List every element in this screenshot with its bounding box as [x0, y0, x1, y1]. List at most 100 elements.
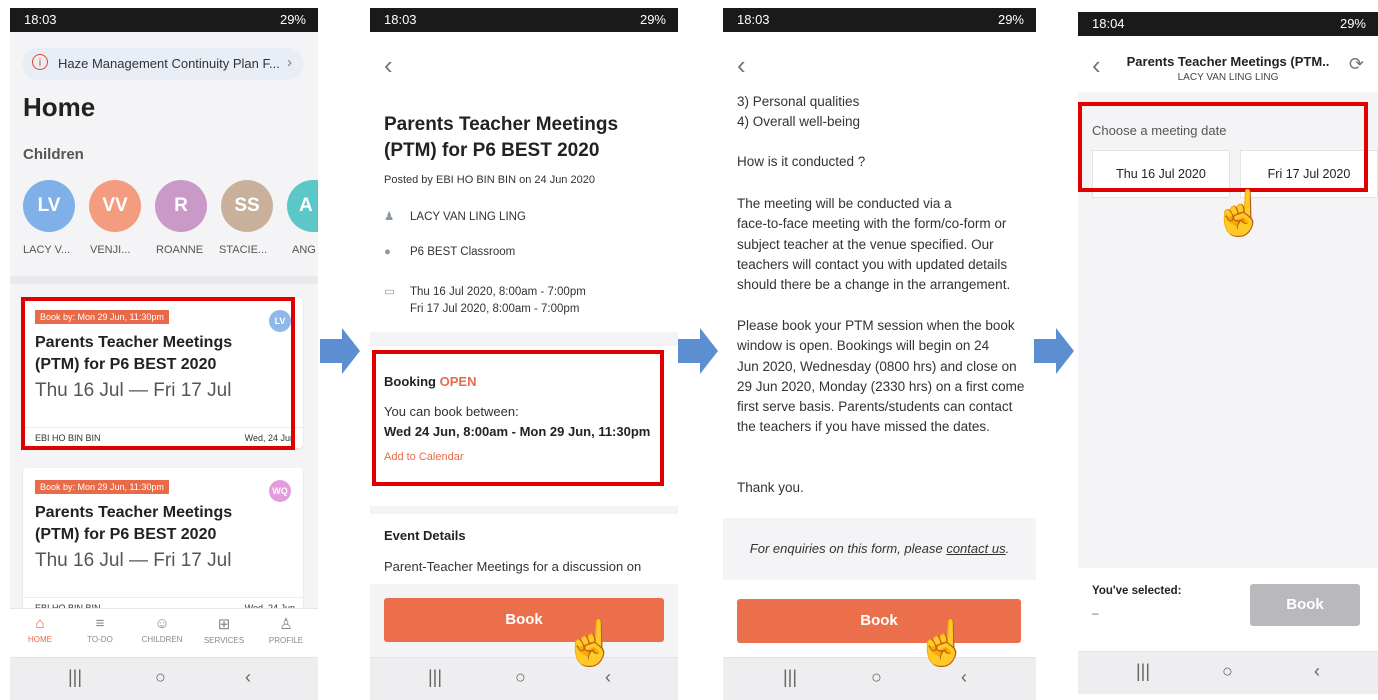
- book-button[interactable]: Book: [1250, 584, 1360, 626]
- child-name: LACY VAN LING LING: [410, 211, 526, 223]
- description-list: 3) Personal qualities 4) Overall well-be…: [737, 92, 1027, 133]
- tab-children[interactable]: ☺ CHILDREN: [132, 615, 192, 644]
- announcement-banner[interactable]: i Haze Management Continuity Plan F... ›: [22, 48, 304, 80]
- back-nav-icon[interactable]: ‹: [245, 667, 251, 688]
- child-name: VENJI...: [90, 244, 131, 256]
- text-line: first serve basis. Parents/students can …: [737, 399, 1013, 415]
- tab-label: PROFILE: [268, 636, 304, 645]
- tab-profile[interactable]: ♙ PROFILE: [256, 615, 316, 645]
- refresh-icon[interactable]: ⟳: [1349, 54, 1364, 75]
- status-battery: 29%: [639, 12, 666, 27]
- header-title: Parents Teacher Meetings (PTM..: [1126, 54, 1330, 69]
- tab-label: TO-DO: [87, 635, 113, 644]
- home-nav-icon[interactable]: ○: [871, 667, 882, 688]
- text-line: The meeting will be conducted via a: [737, 196, 952, 211]
- recents-icon[interactable]: |||: [68, 667, 82, 688]
- event-title: Parents Teacher Meetings (PTM) for P6 BE…: [384, 114, 619, 161]
- event-card[interactable]: Book by: Mon 29 Jun, 11:30pm WQ Parents …: [23, 468, 303, 618]
- back-nav-icon[interactable]: ‹: [605, 667, 611, 688]
- text-line: window is open. Bookings will begin on 2…: [737, 338, 990, 354]
- system-nav-bar: ||| ○ ‹: [1078, 651, 1378, 694]
- recents-icon[interactable]: |||: [783, 667, 797, 688]
- child-avatar[interactable]: SS: [221, 180, 273, 232]
- child-name: ROANNE: [156, 244, 204, 256]
- person-icon: ♟: [384, 211, 395, 223]
- list-icon: ≡: [95, 615, 105, 632]
- header-subtitle: LACY VAN LING LING: [1177, 72, 1279, 83]
- text-line: subject teacher at the venue specified. …: [737, 236, 994, 252]
- page-title: Home: [23, 92, 96, 122]
- flow-arrow: [320, 328, 360, 374]
- venue: P6 BEST Classroom: [410, 246, 516, 258]
- selected-label: You've selected:: [1092, 585, 1182, 597]
- child-avatar[interactable]: LV: [23, 180, 75, 232]
- text-line: teachers will contact you with updated d…: [737, 256, 1008, 272]
- status-time: 18:03: [384, 12, 417, 27]
- child-avatar[interactable]: VV: [89, 180, 141, 232]
- text-line: 4) Overall well-being: [737, 114, 861, 130]
- status-battery: 29%: [1339, 16, 1366, 31]
- tab-services[interactable]: ⊞ SERVICES: [194, 615, 254, 645]
- grid-icon: ⊞: [217, 616, 231, 633]
- system-nav-bar: ||| ○ ‹: [723, 657, 1036, 700]
- tab-label: SERVICES: [203, 636, 245, 645]
- back-icon[interactable]: ‹: [384, 52, 393, 78]
- enquiry-text: For enquiries on this form, please: [749, 541, 947, 556]
- child-name: LACY V...: [23, 244, 71, 256]
- tab-label: HOME: [28, 635, 52, 644]
- divider: [10, 276, 318, 284]
- home-icon: ⌂: [35, 615, 45, 632]
- status-time: 18:03: [737, 12, 770, 27]
- home-nav-icon[interactable]: ○: [515, 667, 526, 688]
- status-bar: 18:04 29%: [1078, 12, 1378, 36]
- date-row: ▭ Thu 16 Jul 2020, 8:00am - 7:00pm: [384, 284, 586, 298]
- status-bar: 18:03 29%: [723, 8, 1036, 32]
- selected-value: –: [1092, 606, 1099, 620]
- pointer-hand-icon: ☝: [1212, 189, 1267, 238]
- back-nav-icon[interactable]: ‹: [1314, 661, 1320, 682]
- date-line-2: Fri 17 Jul 2020, 8:00am - 7:00pm: [410, 303, 580, 315]
- description-paragraph: Please book your PTM session when the bo…: [737, 316, 1027, 438]
- tab-todo[interactable]: ≡ TO-DO: [70, 615, 130, 644]
- back-nav-icon[interactable]: ‹: [961, 667, 967, 688]
- child-name: ANG: [292, 244, 316, 256]
- calendar-icon: ▭: [384, 286, 395, 298]
- event-details-heading: Event Details: [384, 528, 466, 543]
- child-avatar[interactable]: R: [155, 180, 207, 232]
- home-nav-icon[interactable]: ○: [1222, 661, 1233, 682]
- highlight-box: [1078, 102, 1368, 192]
- pointer-hand-icon: ☝: [563, 619, 618, 668]
- text-line: 29 Jun 2020, Monday (2330 hrs) on a firs…: [737, 378, 1025, 394]
- system-nav-bar: ||| ○ ‹: [370, 657, 678, 700]
- pointer-hand-icon: ☝: [915, 619, 970, 668]
- chevron-right-icon: ›: [287, 54, 292, 71]
- text-line: Please book your PTM session when the bo…: [737, 318, 1015, 333]
- header: ‹ Parents Teacher Meetings (PTM.. LACY V…: [1078, 36, 1378, 92]
- home-nav-icon[interactable]: ○: [155, 667, 166, 688]
- card-dates: Thu 16 Jul — Fri 17 Jul: [35, 550, 232, 571]
- book-button[interactable]: Book: [737, 599, 1021, 643]
- description-paragraph: The meeting will be conducted via a face…: [737, 194, 1027, 295]
- contact-us-link[interactable]: contact us: [946, 541, 1005, 556]
- text-line: face-to-face meeting with the form/co-fo…: [737, 216, 1007, 232]
- location-pin-icon: ●: [384, 246, 391, 258]
- phone-event-description: 18:03 29% ‹ 3) Personal qualities 4) Ove…: [723, 8, 1036, 700]
- status-battery: 29%: [997, 12, 1024, 27]
- child-avatar[interactable]: A: [287, 180, 318, 232]
- book-by-tag: Book by: Mon 29 Jun, 11:30pm: [35, 480, 169, 494]
- status-battery: 29%: [279, 12, 306, 27]
- tab-home[interactable]: ⌂ HOME: [10, 615, 70, 644]
- child-row: ♟ LACY VAN LING LING: [384, 209, 526, 223]
- tab-label: CHILDREN: [141, 635, 183, 644]
- banner-text: Haze Management Continuity Plan F...: [58, 56, 280, 71]
- recents-icon[interactable]: |||: [1136, 661, 1150, 682]
- back-icon[interactable]: ‹: [737, 52, 746, 78]
- book-button[interactable]: Book: [384, 598, 664, 642]
- text-line: the teachers if you have missed the date…: [737, 419, 990, 435]
- how-question: How is it conducted ?: [737, 154, 866, 169]
- posted-by: Posted by EBI HO BIN BIN on 24 Jun 2020: [384, 174, 595, 186]
- text-line: 3) Personal qualities: [737, 94, 860, 109]
- recents-icon[interactable]: |||: [428, 667, 442, 688]
- highlight-box: [21, 297, 295, 450]
- child-name: STACIE...: [219, 244, 268, 256]
